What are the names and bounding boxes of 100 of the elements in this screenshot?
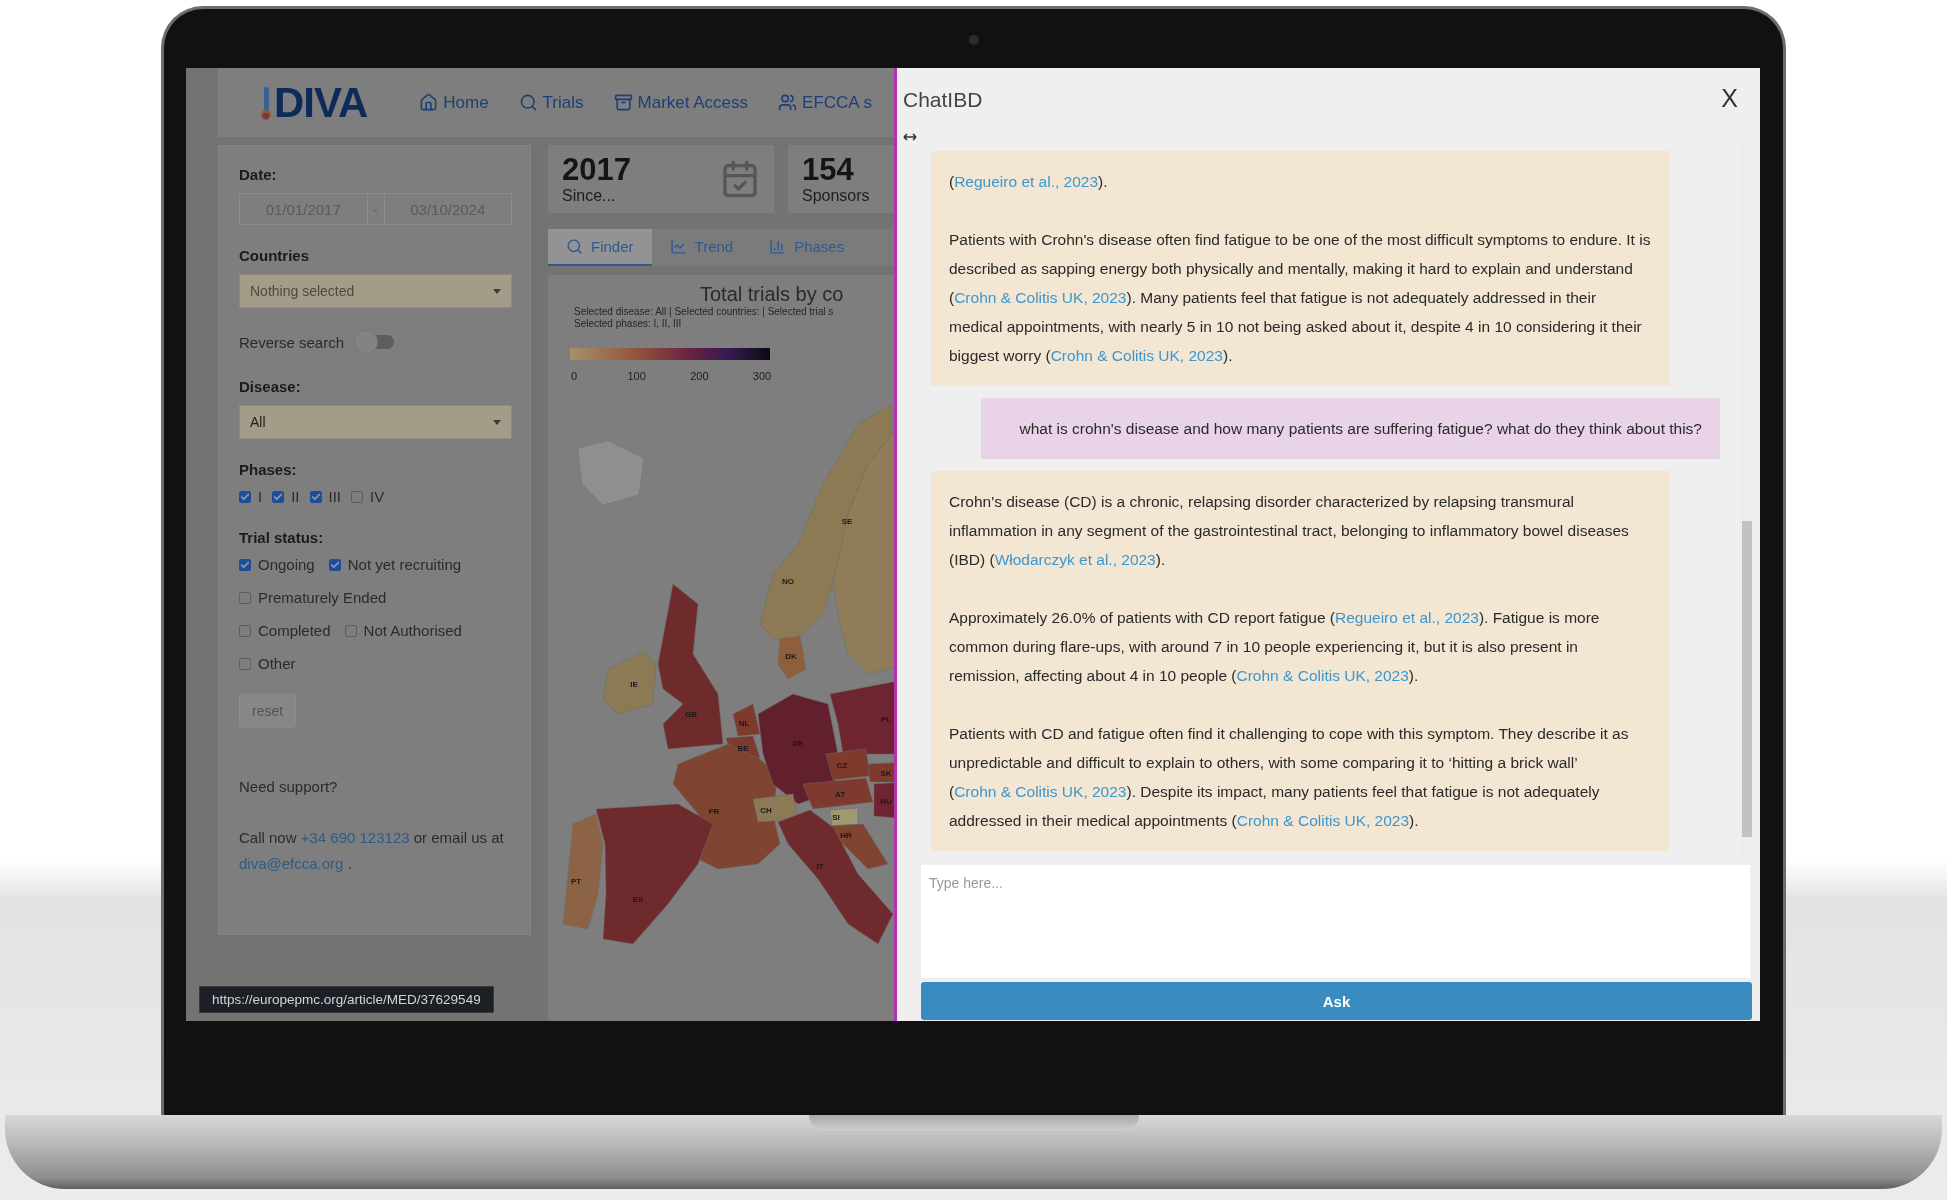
caret-icon bbox=[493, 419, 501, 425]
chart-subtitle: Selected disease: All | Selected countries: | Selected trial s bbox=[573, 306, 835, 318]
disease-select[interactable]: All bbox=[239, 405, 512, 439]
country-shape[interactable] bbox=[777, 809, 894, 945]
message-text: Crohn's disease (CD) is a chronic, relapsing disorder characterized by relapsing transmural inflammation in any segment of the gastrointestinal tract, belonging to inflammatory bowel diseases (IBD) (Włodarczyk et al., 2023). bbox=[949, 492, 1630, 570]
line-chart-icon bbox=[669, 238, 687, 255]
tab[interactable]: Finder bbox=[548, 229, 652, 266]
home-icon bbox=[419, 93, 439, 112]
scrollbar-thumb[interactable] bbox=[1742, 521, 1752, 837]
scale-tick-label: 200 bbox=[690, 370, 709, 382]
country-label: SI bbox=[832, 813, 840, 822]
checkbox-label: Other bbox=[258, 655, 296, 672]
email-link[interactable]: diva@efcca.org bbox=[239, 855, 344, 872]
country-shape[interactable] bbox=[829, 807, 859, 827]
country-label: NO bbox=[782, 577, 794, 586]
countries-select[interactable]: Nothing selected bbox=[239, 274, 512, 308]
country-label: FR bbox=[708, 807, 720, 816]
calendar-icon bbox=[720, 159, 760, 199]
country-shape[interactable] bbox=[732, 703, 761, 737]
chat-title: ChatIBD bbox=[903, 88, 983, 112]
checkbox[interactable] bbox=[272, 490, 285, 503]
field-label: Date: bbox=[239, 166, 278, 183]
country-label: GB bbox=[685, 710, 697, 719]
date-separator: - bbox=[367, 193, 384, 225]
stat-value: 2017 bbox=[562, 153, 631, 187]
message-text: Patients with Crohn's disease often find fatigue to be one of the most difficult symptoms to endure. It is described as sapping energy both physically and mentally, making it hard to explain and understand (Crohn & Colitis UK, 2023). Many patients feel that fatigue is not adequately addressed in their medical appointments, with nearly 5 in 10 not being asked about it, despite 4 in 10 considering it their biggest worry (Crohn & Colitis UK, 2023). bbox=[949, 230, 1652, 366]
citation-link[interactable]: Crohn & Colitis UK, 2023 bbox=[1236, 812, 1410, 829]
checkbox-label: Ongoing bbox=[258, 556, 315, 573]
stat-label: Sponsors bbox=[802, 187, 870, 205]
tab[interactable]: Trend bbox=[651, 229, 752, 266]
checkbox[interactable] bbox=[239, 591, 251, 604]
message-input[interactable]: Type here... bbox=[921, 865, 1750, 978]
resize-icon[interactable] bbox=[903, 133, 917, 141]
nav-link[interactable]: Trials bbox=[518, 92, 584, 113]
country-label: PL bbox=[880, 715, 892, 724]
camera-icon bbox=[968, 35, 979, 45]
scale-tick-label: 100 bbox=[627, 370, 646, 382]
checkbox-label: Completed bbox=[258, 622, 331, 639]
country-label: NL bbox=[738, 719, 750, 728]
field-label: Trial status: bbox=[239, 529, 325, 546]
checkbox[interactable] bbox=[239, 657, 251, 670]
ask-button[interactable]: Ask bbox=[921, 982, 1752, 1020]
caret-icon bbox=[493, 288, 501, 294]
chart-title: Total trials by co bbox=[699, 283, 845, 306]
phone-link[interactable]: +34 690 123123 bbox=[300, 829, 410, 846]
support-heading: Need support? bbox=[239, 778, 339, 795]
toggle-label: Reverse search bbox=[239, 333, 345, 351]
field-label: Disease: bbox=[239, 378, 302, 395]
message-text: what is crohn's disease and how many patients are suffering fatigue? what do they think about this? bbox=[1018, 419, 1702, 439]
country-label: CZ bbox=[836, 761, 848, 770]
logo[interactable]: DIVA bbox=[260, 78, 368, 127]
people-icon bbox=[778, 93, 798, 112]
country-shape[interactable] bbox=[825, 748, 871, 781]
field-label: Countries bbox=[239, 247, 310, 264]
tab[interactable]: Phases bbox=[751, 229, 863, 266]
message-text: Patients with CD and fatigue often find it challenging to cope with this symptom. They describe it as unpredictable and difficult to explain to others, with some comparing it to ‘hitting a brick wall’ (Crohn & Colitis UK, 2023). Despite its impact, many patients feel that fatigue is not adequately addressed in their medical appointments (Crohn & Colitis UK, 2023). bbox=[949, 724, 1630, 831]
checkbox-label: I bbox=[258, 488, 263, 505]
country-label: PT bbox=[570, 877, 582, 886]
checkbox-label: IV bbox=[370, 488, 385, 505]
country-shape[interactable] bbox=[867, 761, 894, 783]
checkbox[interactable] bbox=[239, 624, 251, 637]
country-label: ES bbox=[632, 895, 644, 904]
search-icon bbox=[566, 238, 583, 255]
country-shape[interactable] bbox=[829, 823, 889, 870]
archive-icon bbox=[613, 93, 633, 112]
checkbox-label: Prematurely Ended bbox=[258, 589, 387, 606]
nav-link[interactable]: Home bbox=[419, 92, 489, 113]
close-button[interactable]: X bbox=[1721, 84, 1738, 113]
checkbox-label: II bbox=[291, 488, 300, 505]
bar-chart-icon bbox=[769, 238, 787, 255]
scale-tick-label: 0 bbox=[570, 370, 578, 382]
country-label: SK bbox=[880, 769, 892, 778]
country-shape[interactable] bbox=[752, 793, 799, 823]
country-label: HR bbox=[840, 831, 852, 840]
nav-link[interactable]: EFCCA s bbox=[778, 92, 872, 113]
country-label: DE bbox=[792, 739, 804, 748]
country-label: HU bbox=[880, 797, 892, 806]
checkbox[interactable] bbox=[239, 558, 251, 571]
country-shape[interactable] bbox=[777, 635, 807, 680]
citation-link[interactable]: Crohn & Colitis UK, 2023 bbox=[954, 289, 1127, 306]
citation-link[interactable]: Włodarczyk et al., 2023 bbox=[994, 551, 1156, 568]
checkbox[interactable] bbox=[239, 490, 251, 503]
checkbox[interactable] bbox=[351, 490, 364, 503]
field-label: Phases: bbox=[239, 461, 298, 478]
stat-label: Since... bbox=[562, 187, 617, 205]
country-shape[interactable] bbox=[657, 583, 724, 750]
checkbox[interactable] bbox=[328, 558, 341, 571]
nav-link[interactable]: Market Access bbox=[613, 92, 749, 113]
country-label: IE bbox=[630, 680, 638, 689]
citation-link[interactable]: Crohn & Colitis UK, 2023 bbox=[1050, 347, 1223, 364]
checkbox[interactable] bbox=[344, 624, 357, 637]
checkbox[interactable] bbox=[309, 490, 322, 503]
country-label: DK bbox=[785, 652, 797, 661]
citation-link[interactable]: Regueiro et al., 2023 bbox=[1334, 609, 1479, 626]
citation-link[interactable]: Crohn & Colitis UK, 2023 bbox=[1236, 667, 1409, 684]
country-shape[interactable] bbox=[562, 813, 604, 930]
citation-link[interactable]: Regueiro et al., 2023 bbox=[954, 173, 1099, 190]
checkbox-label: III bbox=[328, 488, 342, 505]
citation-link[interactable]: Crohn & Colitis UK, 2023 bbox=[954, 783, 1127, 800]
country-label: AT bbox=[834, 790, 846, 799]
